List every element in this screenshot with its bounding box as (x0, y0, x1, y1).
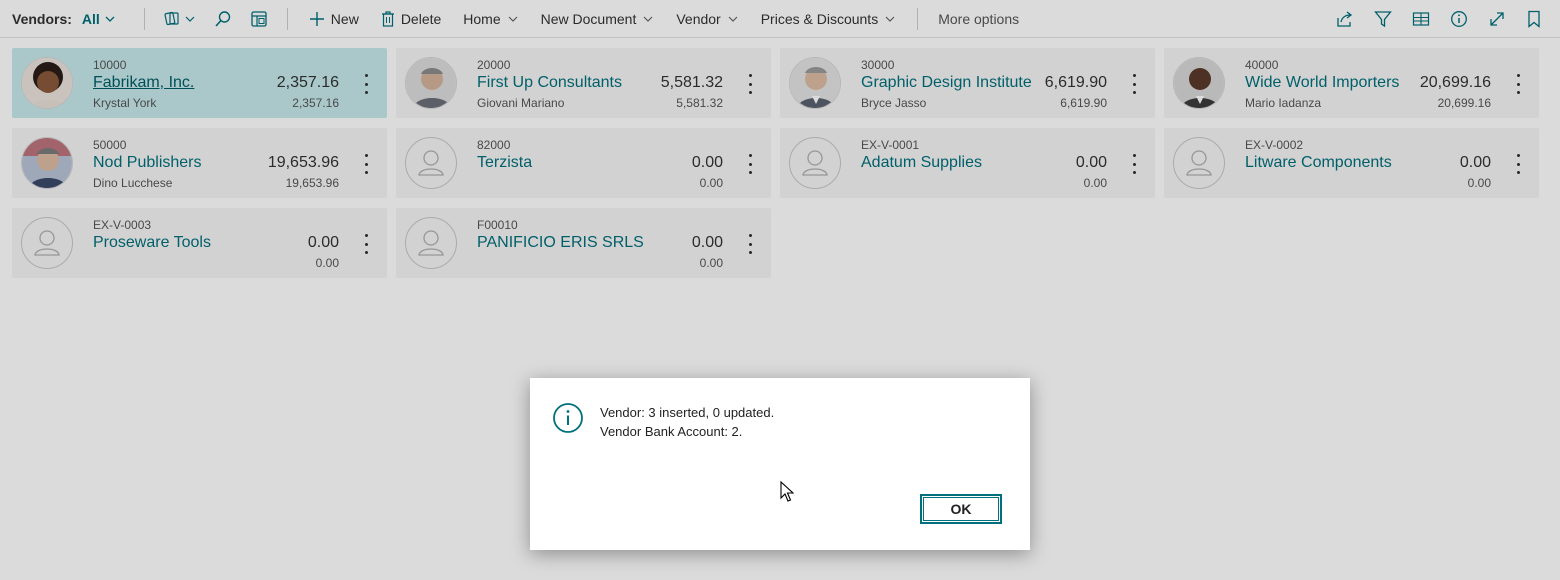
mouse-cursor-icon (780, 481, 794, 502)
message-dialog: Vendor: 3 inserted, 0 updated. Vendor Ba… (530, 378, 1030, 550)
info-icon (553, 403, 583, 433)
dialog-message-line: Vendor: 3 inserted, 0 updated. (600, 405, 775, 420)
ok-button[interactable]: OK (920, 494, 1002, 524)
dialog-message-line: Vendor Bank Account: 2. (600, 424, 743, 439)
